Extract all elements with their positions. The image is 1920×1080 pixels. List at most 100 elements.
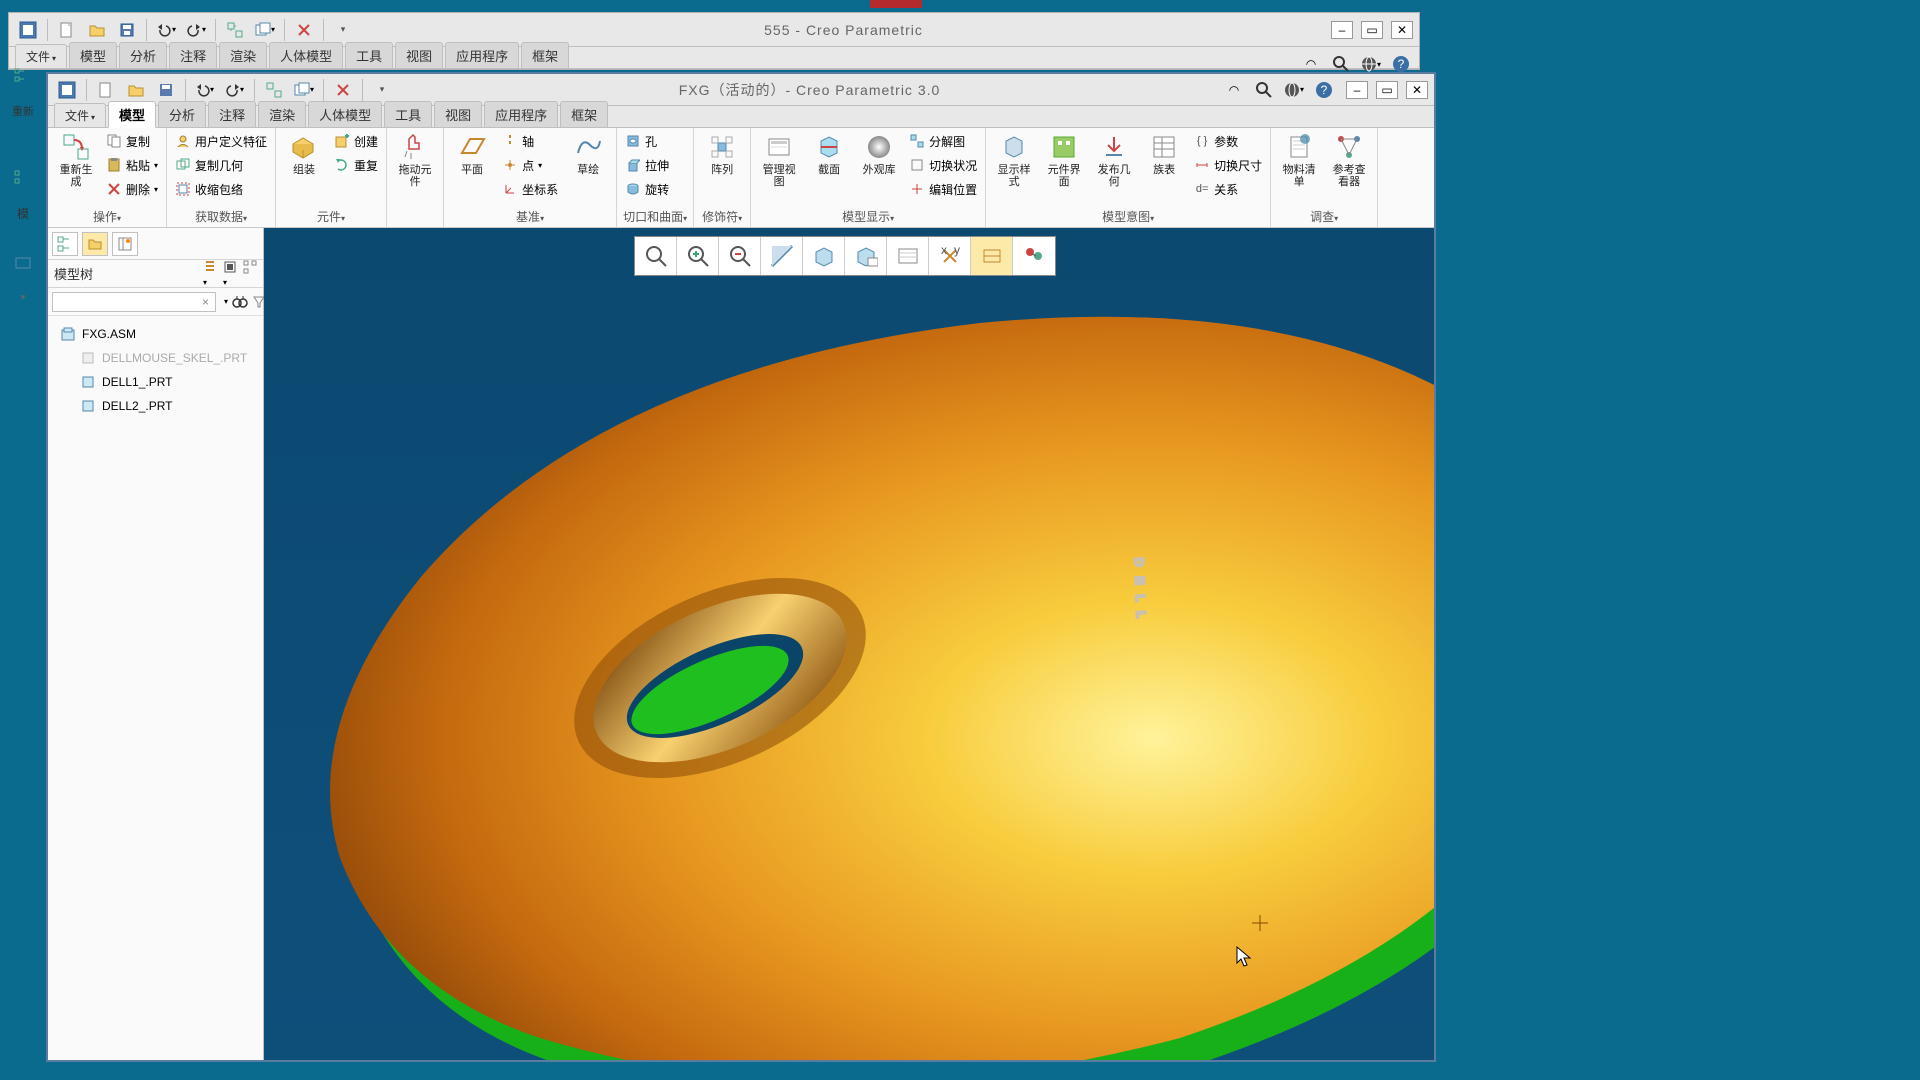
windows-icon[interactable]: ▾ bbox=[291, 77, 317, 103]
view-manager-icon[interactable] bbox=[887, 237, 929, 275]
tab-view[interactable]: 视图 bbox=[395, 42, 443, 68]
redo-button[interactable]: ▾ bbox=[222, 77, 248, 103]
customize-dropdown[interactable]: ▾ bbox=[369, 77, 395, 103]
search-icon[interactable] bbox=[1331, 54, 1351, 74]
plane-button[interactable]: 平面 bbox=[450, 130, 494, 178]
shrinkwrap-button[interactable]: 收缩包络 bbox=[173, 178, 269, 200]
maximize-button[interactable]: ▭ bbox=[1361, 21, 1383, 39]
regen-icon[interactable] bbox=[222, 17, 248, 43]
dock-folder-icon[interactable] bbox=[8, 248, 38, 278]
maximize-button[interactable]: ▭ bbox=[1376, 81, 1398, 99]
tree-item-dell1[interactable]: DELL1_.PRT bbox=[50, 370, 261, 394]
create-button[interactable]: 创建 bbox=[332, 130, 380, 152]
tab-frame[interactable]: 框架 bbox=[560, 101, 608, 127]
new-file-button[interactable] bbox=[54, 17, 80, 43]
zoom-fit-icon[interactable] bbox=[635, 237, 677, 275]
dock-tree-icon[interactable] bbox=[8, 62, 38, 92]
assemble-button[interactable]: 组装 bbox=[282, 130, 326, 178]
extrude-button[interactable]: 拉伸 bbox=[623, 154, 671, 176]
revolve-button[interactable]: 旋转 bbox=[623, 178, 671, 200]
close-button[interactable]: ✕ bbox=[1406, 81, 1428, 99]
tab-analysis[interactable]: 分析 bbox=[158, 101, 206, 127]
tree-root-item[interactable]: FXG.ASM bbox=[50, 322, 261, 346]
tree-view-button-3[interactable] bbox=[112, 232, 138, 256]
tree-view-button-2[interactable] bbox=[82, 232, 108, 256]
toggle-button[interactable]: 切换状况 bbox=[907, 154, 979, 176]
redo-button[interactable]: ▾ bbox=[183, 17, 209, 43]
shading-icon[interactable] bbox=[803, 237, 845, 275]
appearance-button[interactable]: 外观库 bbox=[857, 130, 901, 178]
display-style-button[interactable]: 显示样式 bbox=[992, 130, 1036, 190]
tab-annotation[interactable]: 注释 bbox=[169, 42, 217, 68]
close-window-icon[interactable] bbox=[330, 77, 356, 103]
publish-geom-button[interactable]: 发布几何 bbox=[1092, 130, 1136, 190]
tab-tool[interactable]: 工具 bbox=[345, 42, 393, 68]
relations-button[interactable]: d=关系 bbox=[1192, 178, 1264, 200]
windows-icon[interactable]: ▾ bbox=[252, 17, 278, 43]
save-button[interactable] bbox=[153, 77, 179, 103]
axis-button[interactable]: 轴 bbox=[500, 130, 560, 152]
close-window-icon[interactable] bbox=[291, 17, 317, 43]
tree-search-dropdown[interactable]: ▾ bbox=[224, 297, 228, 306]
help-icon[interactable]: ? bbox=[1314, 80, 1334, 100]
tab-render[interactable]: 渲染 bbox=[219, 42, 267, 68]
app-menu-button[interactable] bbox=[54, 77, 80, 103]
globe-icon[interactable]: ▾ bbox=[1361, 54, 1381, 74]
parameters-button[interactable]: { }参数 bbox=[1192, 130, 1264, 152]
csys-button[interactable]: 坐标系 bbox=[500, 178, 560, 200]
point-button[interactable]: 点▾ bbox=[500, 154, 560, 176]
3d-viewport[interactable]: xy bbox=[264, 228, 1434, 1060]
paste-button[interactable]: 粘贴▾ bbox=[104, 154, 160, 176]
manage-view-button[interactable]: 管理视图 bbox=[757, 130, 801, 190]
pattern-button[interactable]: 阵列 bbox=[700, 130, 744, 178]
explode-button[interactable]: 分解图 bbox=[907, 130, 979, 152]
tab-file[interactable]: 文件▾ bbox=[54, 103, 106, 127]
drag-component-button[interactable]: 拖动元件 bbox=[393, 130, 437, 190]
open-file-button[interactable] bbox=[123, 77, 149, 103]
new-file-button[interactable] bbox=[93, 77, 119, 103]
tree-item-skel[interactable]: DELLMOUSE_SKEL_.PRT bbox=[50, 346, 261, 370]
tab-tool[interactable]: 工具 bbox=[384, 101, 432, 127]
section-button[interactable]: 截面 bbox=[807, 130, 851, 178]
binoculars-icon[interactable] bbox=[232, 294, 248, 310]
tree-show-icon[interactable]: ▾ bbox=[223, 260, 237, 288]
family-table-button[interactable]: 族表 bbox=[1142, 130, 1186, 178]
annotation-display-icon[interactable] bbox=[971, 237, 1013, 275]
repaint-icon[interactable] bbox=[761, 237, 803, 275]
delete-button[interactable]: 删除▾ bbox=[104, 178, 160, 200]
ref-viewer-button[interactable]: 参考查看器 bbox=[1327, 130, 1371, 190]
tab-annotation[interactable]: 注释 bbox=[208, 101, 256, 127]
tab-analysis[interactable]: 分析 bbox=[119, 42, 167, 68]
undo-button[interactable]: ▾ bbox=[153, 17, 179, 43]
saved-view-icon[interactable] bbox=[845, 237, 887, 275]
collapse-ribbon-icon[interactable]: ◠ bbox=[1224, 80, 1244, 100]
dock-collapse-icon[interactable]: ▾ bbox=[8, 282, 38, 312]
tree-view-button-1[interactable] bbox=[52, 232, 78, 256]
globe-icon[interactable]: ▾ bbox=[1284, 80, 1304, 100]
tree-search-input[interactable] bbox=[52, 292, 216, 312]
save-button[interactable] bbox=[114, 17, 140, 43]
tab-view[interactable]: 视图 bbox=[434, 101, 482, 127]
customize-dropdown[interactable]: ▾ bbox=[330, 17, 356, 43]
tab-render[interactable]: 渲染 bbox=[258, 101, 306, 127]
tab-body[interactable]: 人体模型 bbox=[308, 101, 382, 127]
regen-icon[interactable] bbox=[261, 77, 287, 103]
copy-button[interactable]: 复制 bbox=[104, 130, 160, 152]
search-icon[interactable] bbox=[1254, 80, 1274, 100]
minimize-button[interactable]: – bbox=[1346, 81, 1368, 99]
tab-model[interactable]: 模型 bbox=[69, 42, 117, 68]
tab-model[interactable]: 模型 bbox=[108, 101, 156, 128]
undo-button[interactable]: ▾ bbox=[192, 77, 218, 103]
userdef-button[interactable]: 用户定义特征 bbox=[173, 130, 269, 152]
tab-app[interactable]: 应用程序 bbox=[445, 42, 519, 68]
repeat-button[interactable]: 重复 bbox=[332, 154, 380, 176]
spin-center-icon[interactable] bbox=[1013, 237, 1055, 275]
switch-dim-button[interactable]: 切换尺寸 bbox=[1192, 154, 1264, 176]
help-icon[interactable]: ? bbox=[1391, 54, 1411, 74]
editpos-button[interactable]: 编辑位置 bbox=[907, 178, 979, 200]
regenerate-button[interactable]: 重新生成 bbox=[54, 130, 98, 190]
comp-interface-button[interactable]: 元件界面 bbox=[1042, 130, 1086, 190]
tab-frame[interactable]: 框架 bbox=[521, 42, 569, 68]
tree-item-dell2[interactable]: DELL2_.PRT bbox=[50, 394, 261, 418]
tree-settings-icon[interactable]: ▾ bbox=[203, 260, 217, 288]
